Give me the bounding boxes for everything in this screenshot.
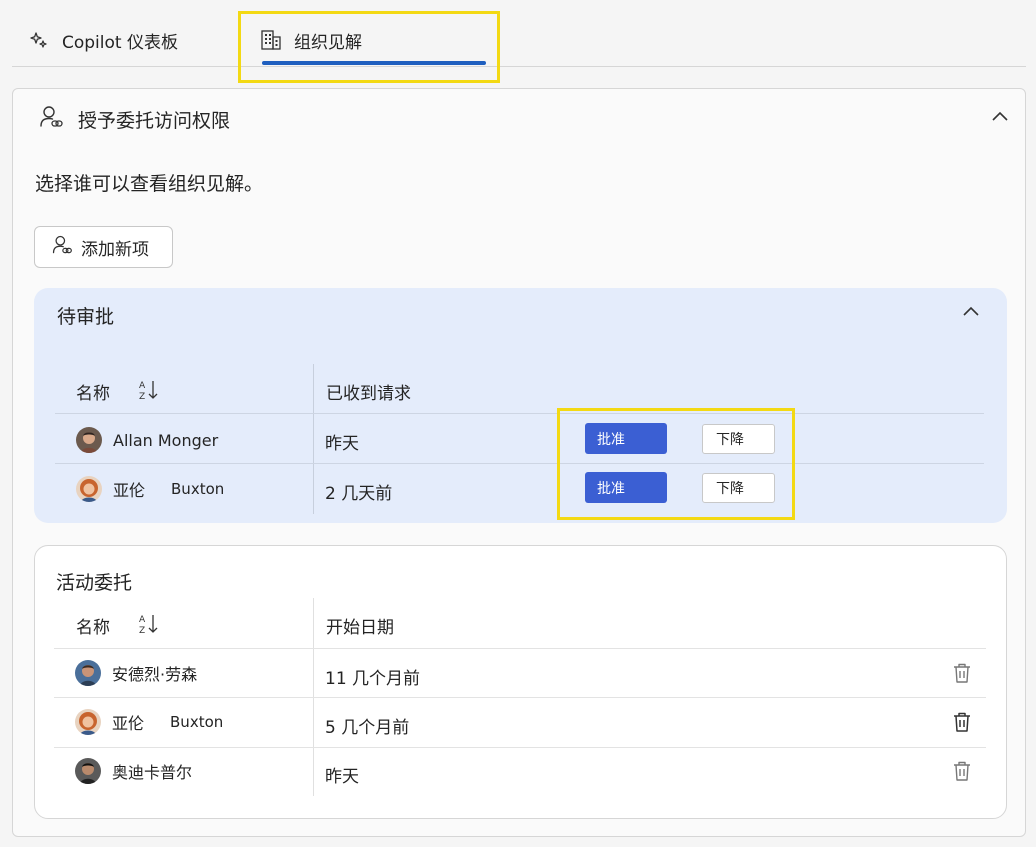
person-name: 亚伦 <box>113 481 146 500</box>
person-name: 奥迪卡普尔 <box>112 763 193 782</box>
row-divider <box>55 413 984 414</box>
row-divider <box>54 697 986 698</box>
start-date-cell: 昨天 <box>325 767 359 787</box>
column-header-start-date: 开始日期 <box>326 618 394 638</box>
column-divider <box>313 364 314 514</box>
tab-bar: Copilot 仪表板 组织见解 <box>12 0 1026 67</box>
person-link-icon <box>38 104 64 135</box>
avatar <box>75 660 101 686</box>
active-title: 活动委托 <box>56 572 133 594</box>
start-date-cell: 11 几个月前 <box>325 669 421 689</box>
svg-text:A: A <box>139 615 146 625</box>
trash-icon <box>954 761 970 781</box>
chevron-up-icon <box>992 111 1008 121</box>
avatar <box>75 709 101 735</box>
delegate-access-card: 授予委托访问权限 选择谁可以查看组织见解。 添加新项 待审批 名称 AZ 已收到… <box>12 88 1026 837</box>
section-header: 授予委托访问权限 <box>38 103 230 135</box>
person-name: 安德烈·劳森 <box>112 665 198 684</box>
received-cell: 2 几天前 <box>325 484 393 504</box>
pending-approval-panel: 待审批 名称 AZ 已收到请求 Allan Monger 昨天 批准 下降 亚伦 <box>34 288 1007 523</box>
row-divider <box>54 747 986 748</box>
tab-label: Copilot 仪表板 <box>62 32 178 53</box>
active-row-name: 亚伦 Buxton <box>75 709 223 735</box>
column-header-received: 已收到请求 <box>326 384 411 404</box>
highlight-box-actions <box>557 408 795 520</box>
sparkle-icon <box>30 31 48 49</box>
trash-icon <box>954 663 970 683</box>
svg-text:Z: Z <box>139 392 145 402</box>
section-description: 选择谁可以查看组织见解。 <box>35 173 264 195</box>
avatar <box>75 758 101 784</box>
sort-az-icon[interactable]: AZ <box>138 378 160 402</box>
avatar <box>76 476 102 502</box>
start-date-cell: 5 几个月前 <box>325 718 410 738</box>
person-name: 亚伦 <box>112 714 145 733</box>
pending-title: 待审批 <box>57 306 115 328</box>
avatar <box>76 427 102 453</box>
trash-icon <box>954 712 970 732</box>
svg-text:Z: Z <box>139 626 145 636</box>
add-new-label: 添加新项 <box>81 239 149 260</box>
collapse-section-button[interactable] <box>989 105 1011 127</box>
person-name-extra: Buxton <box>170 713 224 731</box>
active-delegations-panel: 活动委托 名称 AZ 开始日期 安德烈·劳森 11 几个月前 亚伦 Buxton <box>34 545 1007 819</box>
column-header-name: 名称 <box>76 384 110 404</box>
add-new-button[interactable]: 添加新项 <box>34 226 173 268</box>
delete-delegation-button[interactable] <box>952 760 972 782</box>
received-cell: 昨天 <box>325 434 359 454</box>
delete-delegation-button[interactable] <box>952 711 972 733</box>
tab-copilot-dashboard[interactable]: Copilot 仪表板 <box>30 24 178 56</box>
section-title: 授予委托访问权限 <box>78 109 231 132</box>
chevron-up-icon <box>963 306 979 316</box>
delete-delegation-button[interactable] <box>952 662 972 684</box>
person-name-extra: Buxton <box>171 480 225 498</box>
sort-az-icon[interactable]: AZ <box>138 612 160 636</box>
collapse-pending-button[interactable] <box>960 300 982 322</box>
row-divider <box>54 648 986 649</box>
person-link-icon <box>51 234 73 261</box>
person-name: Allan Monger <box>113 430 219 450</box>
highlight-box-tab <box>238 11 500 83</box>
column-header-name: 名称 <box>76 618 110 638</box>
active-row-name: 安德烈·劳森 <box>75 660 197 686</box>
row-divider <box>55 463 984 464</box>
pending-row-name: Allan Monger <box>76 427 218 453</box>
active-row-name: 奥迪卡普尔 <box>75 758 192 784</box>
pending-row-name: 亚伦 Buxton <box>76 476 224 502</box>
svg-text:A: A <box>139 381 146 391</box>
